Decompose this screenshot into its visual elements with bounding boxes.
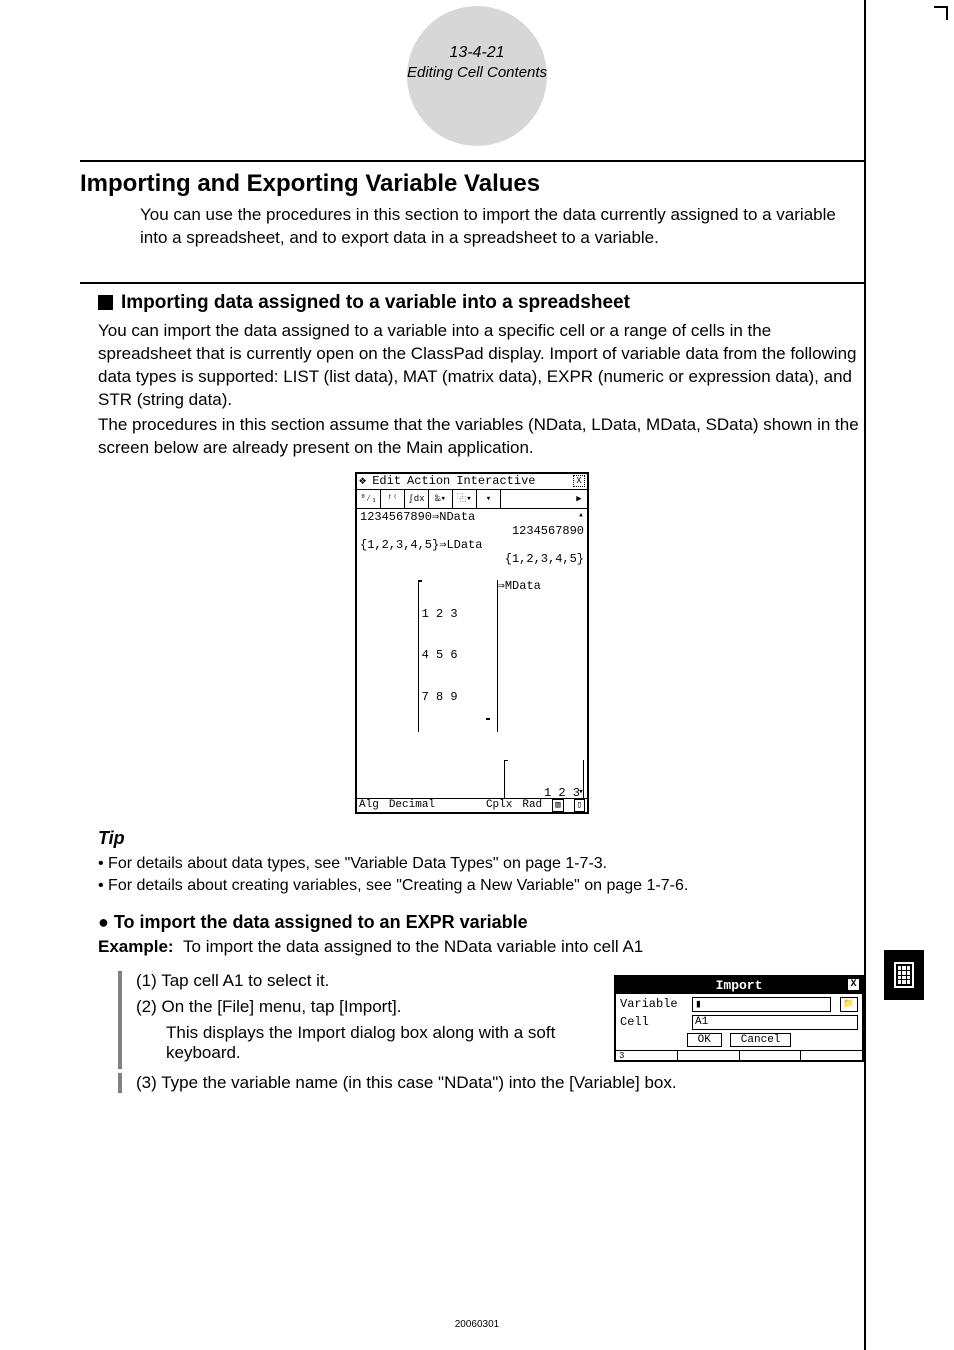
grid-icon <box>894 962 914 988</box>
mdata-assign-text: ⇒MData <box>498 579 541 593</box>
dialog-titlebar: Import X <box>616 977 862 994</box>
scroll-up-icon[interactable]: ▴ <box>576 510 586 520</box>
toolbar-btn-1[interactable]: ⁰⁄₁ <box>357 490 381 508</box>
output-ndata: 1234567890 <box>360 525 584 539</box>
tip-bullet-2: • For details about creating variables, … <box>98 875 864 897</box>
section-intro: You can use the procedures in this secti… <box>140 204 864 250</box>
sheet-row-num: 3 <box>616 1051 678 1060</box>
menu-action[interactable]: Action <box>407 475 450 489</box>
cell-input-value: A1 <box>695 1016 708 1028</box>
toolbar-btn-3[interactable]: ∫dx <box>405 490 429 508</box>
variable-input[interactable]: ▮ <box>692 997 831 1012</box>
sheet-strip: 3 <box>616 1050 862 1060</box>
example-text: To import the data assigned to the NData… <box>183 937 643 956</box>
thumb-index-tab <box>884 950 924 1000</box>
subsection-heading-text: Importing data assigned to a variable in… <box>121 292 630 314</box>
tip-bullet-1-text: For details about data types, see "Varia… <box>108 855 607 872</box>
battery-icon: ▥ <box>552 799 563 812</box>
app-menu-icon[interactable]: ❖ <box>359 475 366 489</box>
step-2: (2) On the [File] menu, tap [Import]. <box>136 997 590 1017</box>
status-decimal: Decimal <box>389 799 435 812</box>
scroll-down-icon[interactable]: ▾ <box>576 787 586 797</box>
toolbar-btn-2[interactable]: ᶠ⁽ <box>381 490 405 508</box>
input-line-ndata: 1234567890⇒NData <box>360 511 584 525</box>
variable-label: Variable <box>620 997 686 1011</box>
status-cplx: Cplx <box>486 799 512 812</box>
example-line: Example: To import the data assigned to … <box>98 937 864 957</box>
input-line-mdata: 1 2 3 4 5 6 7 8 9 ⇒MData <box>360 566 584 745</box>
dialog-close-icon[interactable]: X <box>847 978 860 991</box>
ok-button[interactable]: OK <box>687 1033 722 1047</box>
main-app-screenshot: ❖ Edit Action Interactive X ⁰⁄₁ ᶠ⁽ ∫dx ‱… <box>355 472 589 814</box>
cell-input[interactable]: A1 <box>692 1015 858 1030</box>
tip-bullet-2-text: For details about creating variables, se… <box>108 877 688 894</box>
step-3: (3) Type the variable name (in this case… <box>136 1073 864 1093</box>
toolbar-more[interactable]: ▶ <box>571 490 587 508</box>
rule-sub <box>80 282 864 284</box>
section-title: Importing and Exporting Variable Values <box>80 170 864 198</box>
tip-label: Tip <box>98 828 864 849</box>
cancel-button[interactable]: Cancel <box>730 1033 792 1047</box>
toolbar: ⁰⁄₁ ᶠ⁽ ∫dx ‱▾ ⿻▾ ▾ ▶ <box>357 490 587 509</box>
procedure-heading-text: To import the data assigned to an EXPR v… <box>114 912 528 932</box>
cell-label: Cell <box>620 1015 686 1029</box>
rule-top <box>80 160 864 162</box>
toolbar-btn-6[interactable]: ▾ <box>477 490 501 508</box>
step-1: (1) Tap cell A1 to select it. <box>136 971 590 991</box>
input-line-ldata: {1,2,3,4,5}⇒LData <box>360 539 584 553</box>
subsection-heading: Importing data assigned to a variable in… <box>98 292 864 314</box>
menu-bar: ❖ Edit Action Interactive X <box>357 474 587 491</box>
output-mdata: 1 2 3 4 5 6 7 8 9 <box>360 746 584 799</box>
status-rad: Rad <box>522 799 542 812</box>
dialog-title-text: Import <box>716 978 763 993</box>
page-number: 13-4-21 <box>449 44 504 62</box>
menu-edit[interactable]: Edit <box>372 475 401 489</box>
tip-bullet-1: • For details about data types, see "Var… <box>98 853 864 875</box>
output-ldata: {1,2,3,4,5} <box>360 553 584 567</box>
square-bullet-icon <box>98 295 113 310</box>
import-dialog-screenshot: Import X Variable ▮ 📁 Cell A1 <box>614 975 864 1062</box>
pane-icon[interactable]: ▯ <box>574 799 585 812</box>
workspace[interactable]: ▴ 1234567890⇒NData 1234567890 {1,2,3,4,5… <box>357 509 587 799</box>
step-2-detail: This displays the Import dialog box alon… <box>166 1023 590 1063</box>
folder-browse-icon[interactable]: 📁 <box>840 997 858 1012</box>
sub-paragraph-2: The procedures in this section assume th… <box>98 414 864 460</box>
page-subtitle: Editing Cell Contents <box>407 64 547 81</box>
footer-code: 20060301 <box>455 1319 500 1330</box>
procedure-heading: ● To import the data assigned to an EXPR… <box>98 912 864 933</box>
menu-interactive[interactable]: Interactive <box>456 475 535 489</box>
close-icon[interactable]: X <box>573 475 585 487</box>
toolbar-btn-5[interactable]: ⿻▾ <box>453 490 477 508</box>
status-alg: Alg <box>359 799 379 812</box>
status-bar: Alg Decimal Cplx Rad ▥ ▯ <box>357 799 587 812</box>
toolbar-btn-4[interactable]: ‱▾ <box>429 490 453 508</box>
sub-paragraph-1: You can import the data assigned to a va… <box>98 320 864 412</box>
page-header-badge: 13-4-21 Editing Cell Contents <box>407 6 547 146</box>
example-label: Example: <box>98 937 174 956</box>
